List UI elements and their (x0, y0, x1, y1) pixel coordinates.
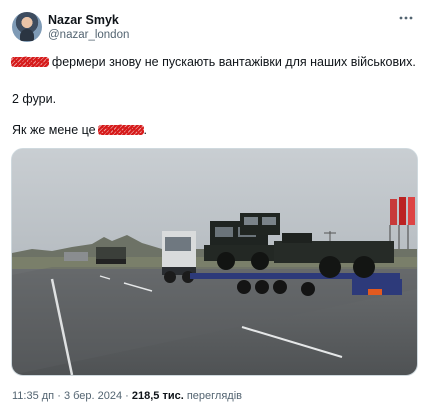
author-handle[interactable]: @nazar_london (48, 28, 129, 42)
meta-separator: · (122, 390, 132, 402)
views-count[interactable]: 218,5 тис. (132, 390, 184, 402)
post-photo[interactable] (11, 148, 418, 376)
post-text-segment: фермери знову не пускають вантажівки для… (48, 55, 416, 69)
author-display-name[interactable]: Nazar Smyk (48, 12, 129, 28)
redacted-word: Хбали (10, 55, 50, 69)
avatar[interactable] (12, 12, 42, 42)
post-time[interactable]: 11:35 дп (12, 390, 54, 402)
views-label: переглядів (183, 390, 243, 402)
post-text-line-1: Хбали фермери знову не пускають вантажів… (10, 54, 416, 70)
post-date[interactable]: 3 бер. 2024 (64, 390, 122, 402)
photo-trucks-icon (12, 149, 417, 375)
post-header: Nazar Smyk @nazar_london (12, 12, 416, 44)
post-meta: 11:35 дп · 3 бер. 2024 · 218,5 тис. пере… (12, 389, 242, 403)
redacted-word: заїбало (98, 123, 145, 137)
post-text-line-3: Як же мене це заїбало. (12, 122, 416, 138)
author-names[interactable]: Nazar Smyk @nazar_london (48, 12, 129, 42)
more-dots-icon[interactable] (396, 12, 416, 28)
meta-separator: · (54, 390, 64, 402)
post-text-line-2: 2 фури. (12, 92, 57, 106)
post-text-segment: Як же мене це (12, 123, 100, 137)
